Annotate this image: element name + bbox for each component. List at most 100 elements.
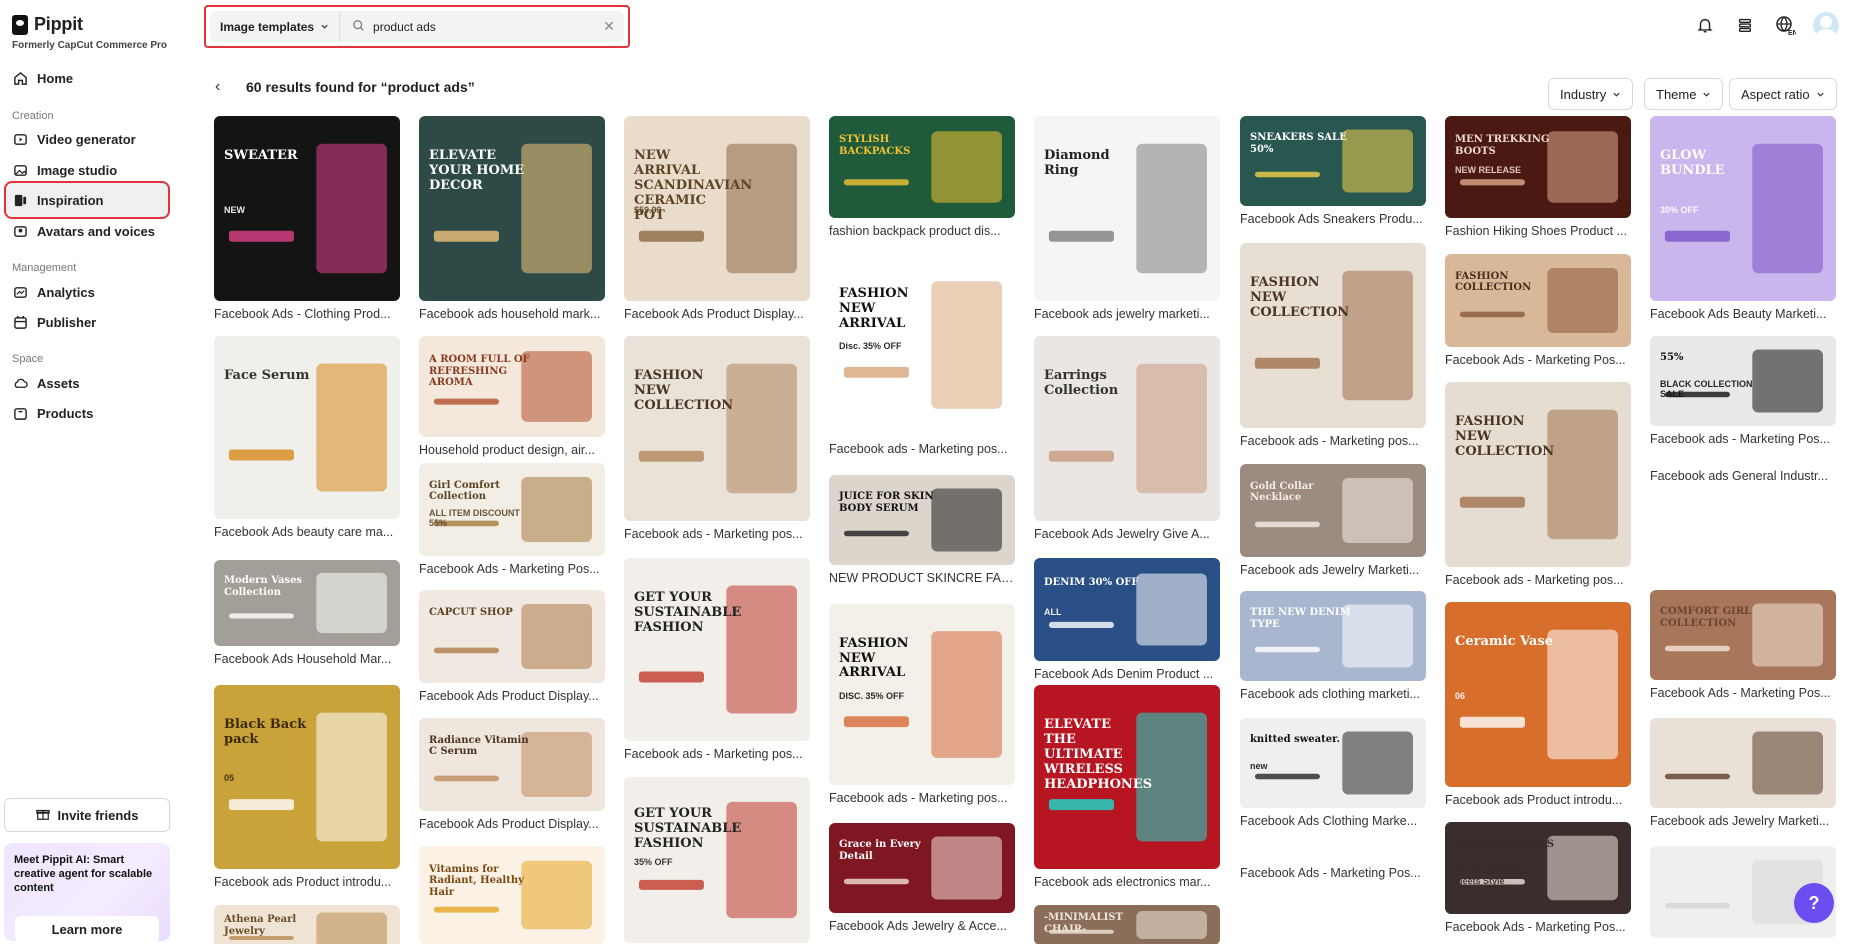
template-card[interactable]: NEW ARRIVAL SCANDINAVIAN CERAMIC POT $59.… bbox=[624, 116, 810, 323]
sidebar-item-image-studio[interactable]: Image studio bbox=[6, 153, 168, 187]
template-card[interactable]: Radiance Vitamin C Serum Facebook Ads Pro… bbox=[419, 718, 605, 833]
sidebar-item-analytics[interactable]: Analytics bbox=[6, 275, 168, 309]
template-card[interactable]: Gold Collar Necklace Facebook ads Jewelry… bbox=[1240, 464, 1426, 579]
search-inner: Image templates ✕ bbox=[210, 11, 624, 42]
template-card[interactable]: ELEVATE THE ULTIMATE WIRELESS HEADPHONES… bbox=[1034, 685, 1220, 891]
template-card[interactable]: GET YOUR SUSTAINABLE FASHION Facebook ads… bbox=[624, 558, 810, 763]
template-thumbnail: FASHION NEW COLLECTION bbox=[1240, 243, 1426, 428]
template-card[interactable]: Diamond Ring Facebook ads jewelry marketi… bbox=[1034, 116, 1220, 323]
sidebar: Pippit Formerly CapCut Commerce Pro Home… bbox=[0, 0, 172, 944]
template-thumbnail: DENIM 30% OFF ALL bbox=[1034, 558, 1220, 661]
aspect-ratio-filter[interactable]: Aspect ratio bbox=[1729, 78, 1837, 110]
template-caption: Facebook Ads Denim Product ... bbox=[1034, 667, 1214, 681]
sidebar-item-inspiration[interactable]: Inspiration bbox=[4, 181, 170, 219]
chevron-down-icon bbox=[1612, 87, 1621, 102]
template-card[interactable]: MEN'S WATCHES Where Precision Meets Style… bbox=[1445, 822, 1631, 936]
template-card[interactable]: JUICE FOR SKIN BODY SERUM NEW PRODUCT SKI… bbox=[829, 475, 1015, 587]
template-card[interactable]: A ROOM FULL OF REFRESHING AROMA Household… bbox=[419, 336, 605, 459]
template-thumbnail: STYLISH BACKPACKS bbox=[829, 116, 1015, 218]
user-avatar[interactable] bbox=[1813, 12, 1839, 38]
template-card[interactable]: GET YOUR SUSTAINABLE FASHION 35% OFF bbox=[624, 777, 810, 944]
template-card[interactable]: Girl Comfort Collection ALL ITEM DISCOUNT… bbox=[419, 463, 605, 578]
template-card[interactable]: Black Back pack 05 Facebook ads Product in… bbox=[214, 685, 400, 891]
sidebar-item-avatars[interactable]: Avatars and voices bbox=[6, 214, 168, 248]
template-caption: Facebook Ads - Marketing Pos... bbox=[419, 562, 600, 576]
template-headline: FASHION NEW COLLECTION bbox=[1455, 414, 1555, 460]
template-card[interactable]: MEN TREKKING BOOTS NEW RELEASE Fashion Hik… bbox=[1445, 116, 1631, 240]
template-headline: SWEATER bbox=[224, 148, 298, 164]
calendar-icon bbox=[13, 315, 28, 330]
search-bar: Image templates ✕ bbox=[204, 5, 630, 48]
section-label-creation: Creation bbox=[12, 110, 54, 122]
learn-more-button[interactable]: Learn more bbox=[15, 916, 159, 942]
stack-icon[interactable] bbox=[1733, 13, 1757, 37]
template-card[interactable]: Earrings Collection Facebook Ads Jewelry … bbox=[1034, 336, 1220, 543]
template-card[interactable]: Facebook ads General Industr... bbox=[1650, 463, 1836, 485]
template-card[interactable]: FASHION NEW COLLECTION Facebook ads - Mar… bbox=[1240, 243, 1426, 450]
template-caption: Facebook Ads Product Display... bbox=[419, 817, 599, 831]
template-headline: CAPCUT SHOP bbox=[429, 606, 513, 618]
template-headline: Ceramic Vase bbox=[1455, 634, 1553, 650]
template-card[interactable]: ELEVATE YOUR HOME DECOR Facebook ads hous… bbox=[419, 116, 605, 323]
template-card[interactable]: SNEAKERS SALE 50% Facebook Ads Sneakers P… bbox=[1240, 116, 1426, 228]
template-subheadline: DISC. 35% OFF bbox=[839, 690, 905, 701]
template-card[interactable]: knitted sweater. new Facebook Ads Clothing… bbox=[1240, 718, 1426, 830]
template-card[interactable]: COMFORT GIRL COLLECTION Facebook Ads - Ma… bbox=[1650, 590, 1836, 702]
invite-friends-button[interactable]: Invite friends bbox=[4, 798, 170, 832]
template-card[interactable]: Vitamins for Radiant, Healthy Hair bbox=[419, 846, 605, 944]
template-caption: Facebook ads jewelry marketi... bbox=[1034, 307, 1210, 321]
bell-icon[interactable] bbox=[1693, 13, 1717, 37]
brand-logo[interactable]: Pippit bbox=[12, 14, 83, 35]
template-caption: Facebook ads - Marketing pos... bbox=[1445, 573, 1624, 587]
template-caption: Facebook ads Product introdu... bbox=[1445, 793, 1623, 807]
template-card[interactable]: FASHION NEW COLLECTION Facebook ads - Mar… bbox=[624, 336, 810, 543]
template-card[interactable]: 55% BLACK COLLECTION SALE Facebook ads - M… bbox=[1650, 336, 1836, 448]
template-card[interactable]: Modern Vases Collection Facebook Ads Hous… bbox=[214, 560, 400, 668]
template-card[interactable]: Facebook Ads - Marketing Pos... bbox=[1240, 860, 1426, 882]
language-globe-icon[interactable]: EN bbox=[1773, 13, 1797, 37]
template-subheadline: 05 bbox=[224, 773, 235, 784]
template-card[interactable]: FASHION NEW COLLECTION Facebook ads - Mar… bbox=[1445, 382, 1631, 589]
sidebar-item-video-generator[interactable]: Video generator bbox=[6, 122, 168, 156]
template-thumbnail: COMFORT GIRL COLLECTION bbox=[1650, 590, 1836, 680]
template-card[interactable]: FASHION COLLECTION Facebook Ads - Marketi… bbox=[1445, 254, 1631, 369]
template-headline: Earrings Collection bbox=[1044, 368, 1119, 399]
template-card[interactable]: Athena Pearl Jewelry bbox=[214, 905, 400, 944]
search-icon bbox=[352, 19, 365, 35]
template-headline: ELEVATE THE ULTIMATE WIRELESS HEADPHONES bbox=[1044, 717, 1153, 792]
template-headline: A ROOM FULL OF REFRESHING AROMA bbox=[429, 354, 530, 389]
template-card[interactable]: FASHION NEW ARRIVAL DISC. 35% OFF Facebook… bbox=[829, 604, 1015, 807]
sidebar-item-home[interactable]: Home bbox=[6, 61, 168, 95]
template-card[interactable]: THE NEW DENIM TYPE Facebook ads clothing … bbox=[1240, 591, 1426, 703]
template-thumbnail: Grace in Every Detail bbox=[829, 823, 1015, 913]
template-card[interactable]: Face Serum Facebook Ads beauty care ma... bbox=[214, 336, 400, 541]
template-headline: FASHION NEW ARRIVAL bbox=[839, 635, 909, 681]
video-generator-icon bbox=[13, 132, 28, 147]
sidebar-item-publisher[interactable]: Publisher bbox=[6, 305, 168, 339]
theme-filter[interactable]: Theme bbox=[1644, 78, 1724, 110]
clear-search-icon[interactable]: ✕ bbox=[594, 18, 624, 35]
template-card[interactable]: GLOW BUNDLE 30% OFF Facebook Ads Beauty Ma… bbox=[1650, 116, 1836, 323]
template-caption: Facebook ads Product introdu... bbox=[214, 875, 392, 889]
template-card[interactable]: Ceramic Vase 06 Facebook ads Product intro… bbox=[1445, 602, 1631, 809]
sidebar-item-products[interactable]: Products bbox=[6, 396, 168, 430]
template-card[interactable]: Grace in Every Detail Facebook Ads Jewelr… bbox=[829, 823, 1015, 935]
template-card[interactable]: STYLISH BACKPACKS fashion backpack produc… bbox=[829, 116, 1015, 240]
template-type-select[interactable]: Image templates bbox=[210, 11, 341, 42]
template-card[interactable]: SWEATER NEW Facebook Ads - Clothing Prod..… bbox=[214, 116, 400, 323]
template-thumbnail: Gold Collar Necklace bbox=[1240, 464, 1426, 557]
sidebar-item-assets[interactable]: Assets bbox=[6, 366, 168, 400]
gift-icon bbox=[35, 807, 50, 824]
template-card[interactable]: FASHION NEW ARRIVAL Disc. 35% OFF Facebook… bbox=[829, 254, 1015, 458]
promo-card: Meet Pippit AI: Smart creative agent for… bbox=[4, 843, 170, 942]
template-card[interactable]: Facebook ads Jewelry Marketi... bbox=[1650, 718, 1836, 830]
template-card[interactable]: CAPCUT SHOP Facebook Ads Product Display.… bbox=[419, 590, 605, 705]
back-arrow-icon[interactable]: ‹ bbox=[215, 78, 220, 96]
template-caption: Facebook ads electronics mar... bbox=[1034, 875, 1211, 889]
template-card[interactable]: -MINIMALIST CHAIR- bbox=[1034, 905, 1220, 944]
industry-filter[interactable]: Industry bbox=[1548, 78, 1634, 110]
search-input[interactable] bbox=[373, 19, 574, 34]
template-card[interactable]: DENIM 30% OFF ALL Facebook Ads Denim Produ… bbox=[1034, 558, 1220, 683]
brand-subtitle: Formerly CapCut Commerce Pro bbox=[12, 40, 168, 51]
help-question-icon[interactable]: ? bbox=[1794, 883, 1834, 923]
